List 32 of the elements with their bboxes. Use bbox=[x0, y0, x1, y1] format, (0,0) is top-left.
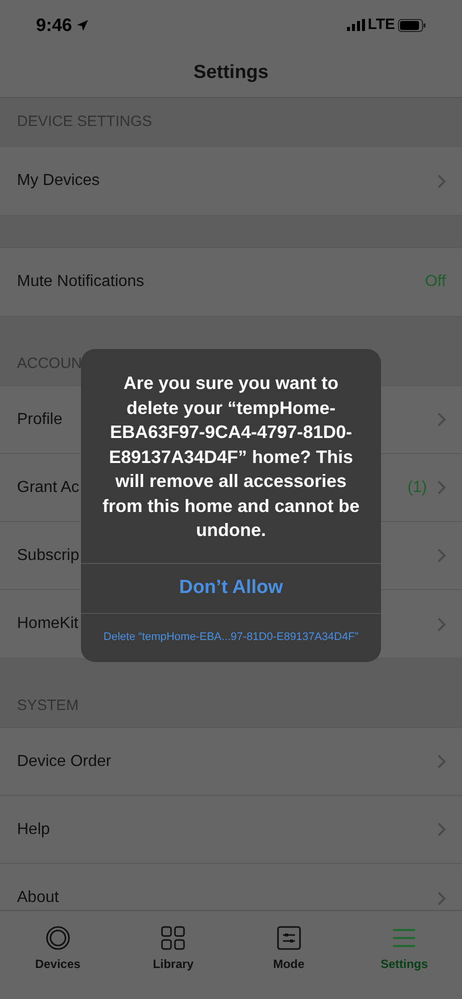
ring-icon bbox=[44, 925, 71, 951]
grid-icon bbox=[161, 926, 186, 950]
chevron-icon bbox=[437, 548, 446, 563]
alert-button[interactable]: Delete “tempHome-EBA...97-81D0-E89137A34D4F” bbox=[81, 612, 381, 662]
chevron-icon bbox=[437, 616, 446, 632]
alert-button[interactable]: Don’t Allow bbox=[81, 562, 381, 612]
row-label: Grant Ac bbox=[17, 478, 80, 498]
row-label: Subscrip bbox=[17, 546, 80, 566]
menu-icon bbox=[392, 928, 416, 948]
network-label: LTE bbox=[368, 14, 395, 35]
chevron-icon bbox=[437, 480, 446, 495]
row-label: My Devices bbox=[17, 171, 100, 191]
nav-title: Settings bbox=[194, 61, 268, 86]
row-value: Off bbox=[424, 272, 446, 292]
row-label: Mute Notifications bbox=[17, 272, 144, 292]
status-time: 9:46 bbox=[36, 14, 72, 36]
chevron-icon bbox=[437, 412, 446, 427]
row-label: HomeKit bbox=[17, 614, 78, 634]
row-value: (1) bbox=[407, 478, 427, 498]
location-arrow-icon bbox=[76, 18, 90, 32]
row-label: Device Order bbox=[17, 752, 112, 772]
chevron-icon bbox=[437, 754, 446, 769]
row-label: Help bbox=[17, 820, 50, 840]
chevron-icon bbox=[437, 890, 446, 906]
alert-message: Are you sure you want to delete your “tempHome-EBA63F97-9CA4-4797-81D0-E89137A34D4F” home? This will remove all accessories from this home and cannot be undone. bbox=[101, 372, 361, 542]
row-label: Profile bbox=[17, 410, 62, 430]
signal-icon bbox=[346, 19, 365, 31]
battery-icon bbox=[398, 18, 426, 32]
chevron-icon bbox=[437, 822, 446, 837]
row-label: About bbox=[17, 888, 59, 908]
sliders-icon bbox=[276, 926, 301, 950]
chevron-icon bbox=[437, 174, 446, 188]
